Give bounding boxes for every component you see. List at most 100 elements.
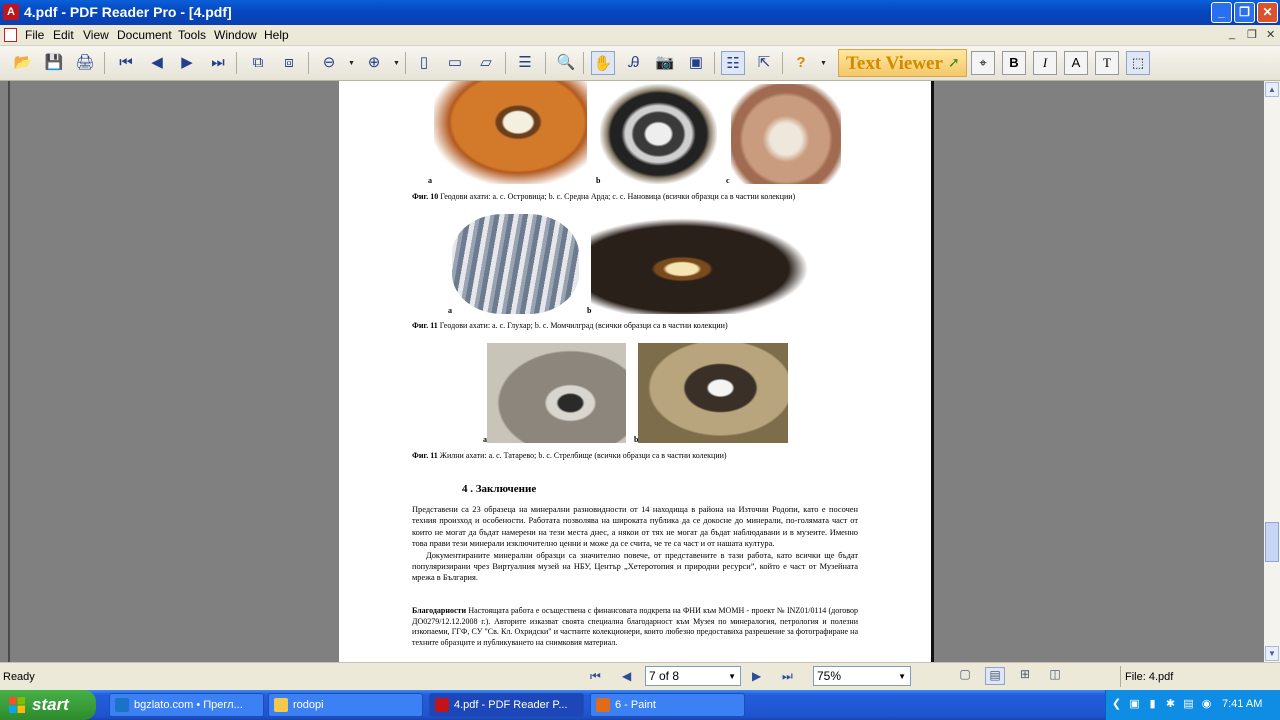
text-cursor-icon[interactable]: ⌖ [971,51,995,75]
menu-help[interactable]: Help [264,28,289,42]
status-first-page-icon[interactable]: ⏮ [590,669,601,684]
text-viewer-arrow-icon[interactable]: ➚ [948,54,960,71]
figure-label: a [448,306,452,315]
zoom-in-dropdown-icon[interactable]: ▼ [393,60,400,67]
menu-document[interactable]: Document [117,28,172,42]
bold-icon[interactable]: B [1002,51,1026,75]
text-select-icon[interactable]: Ꭿ [622,51,646,75]
view-facing-icon[interactable]: ⊞ [1015,667,1035,685]
folder-icon [274,698,288,712]
zoom-dropdown-icon[interactable]: ▼ [898,672,906,681]
document-icon[interactable] [4,28,17,42]
fit-page-icon[interactable]: ▭ [443,51,467,75]
menu-tools[interactable]: Tools [178,28,206,42]
agate-photo [731,84,841,184]
font-t-icon[interactable]: T [1095,51,1119,75]
hand-tool-icon[interactable]: ✋ [591,51,615,75]
snapshot-icon[interactable]: 📷 [653,51,677,75]
find-binoculars-icon[interactable]: 🔍 [554,51,578,75]
previous-page-icon[interactable]: ◀ [145,51,169,75]
status-last-page-icon[interactable]: ⏭ [782,669,793,684]
save-icon[interactable]: 💾 [42,51,66,75]
page-number-field[interactable]: 7 of 8 ▼ [645,666,741,686]
rotate-page-icon[interactable]: ⧉ [246,51,270,75]
security-icon[interactable]: ◉ [1200,698,1213,711]
italic-icon[interactable]: I [1033,51,1057,75]
agate-photo [600,84,717,184]
highlight-icon[interactable]: ⬚ [1126,51,1150,75]
taskbar-item-folder[interactable]: rodopi [268,693,423,717]
zoom-out-dropdown-icon[interactable]: ▼ [348,60,355,67]
zoom-in-icon[interactable]: ⊕ [362,51,386,75]
toolbar-separator [505,52,506,74]
help-icon[interactable]: ? [789,51,813,75]
open-folder-icon[interactable]: 📂 [11,51,35,75]
paint-icon [596,698,610,712]
minimize-button[interactable]: _ [1211,2,1232,23]
ie-icon [115,698,129,712]
first-page-icon[interactable]: ⏮ [114,51,138,75]
signal-icon[interactable]: ▮ [1146,698,1159,711]
file-name-label: File: 4.pdf [1125,671,1174,683]
view-continuous-icon[interactable]: ▤ [985,667,1005,685]
taskbar-item-pdf-reader[interactable]: 4.pdf - PDF Reader P... [429,693,584,717]
status-next-page-icon[interactable]: ▶ [752,669,761,683]
pdf-tray-icon[interactable]: ▤ [1182,698,1195,711]
start-label: start [32,695,69,714]
zoom-out-icon[interactable]: ⊖ [317,51,341,75]
help-dropdown-icon[interactable]: ▼ [820,60,827,67]
paragraph: Представени са 23 образеца на минерални … [412,505,858,583]
next-page-icon[interactable]: ▶ [175,51,199,75]
zoom-value: 75% [817,669,842,683]
last-page-icon[interactable]: ⏭ [206,51,230,75]
bluetooth-icon[interactable]: ✱ [1164,698,1177,711]
status-separator [1120,666,1121,687]
bookmarks-icon[interactable]: ⇱ [752,51,776,75]
page-dropdown-icon[interactable]: ▼ [728,672,736,681]
print-icon[interactable]: 🖨 [73,51,97,75]
status-previous-page-icon[interactable]: ◀ [622,669,631,683]
zoom-combo[interactable]: 75% ▼ [813,666,911,686]
toolbar-separator [782,52,783,74]
close-button[interactable]: ✕ [1257,2,1278,23]
toolbar-separator [104,52,105,74]
title-bar: A 4.pdf - PDF Reader Pro - [4.pdf] _ ❐ ✕ [0,0,1280,25]
figure-caption: Фиг. 11 Жилни ахати: a. с. Татарево; b. … [412,451,727,460]
mdi-restore-button[interactable]: ❐ [1247,28,1257,41]
vertical-scrollbar[interactable]: ▲ ▼ [1264,81,1280,662]
network-icon[interactable]: ▣ [1128,698,1141,711]
status-text: Ready [3,671,35,683]
text-viewer-label[interactable]: Text Viewer [846,53,943,75]
mdi-minimize-button[interactable]: _ [1229,28,1235,40]
start-button[interactable]: start [0,690,96,720]
toolbar-separator [308,52,309,74]
font-a-icon[interactable]: A [1064,51,1088,75]
tray-expand-icon[interactable]: ❮ [1110,698,1123,711]
scroll-down-icon[interactable]: ▼ [1265,646,1279,661]
taskbar-item-paint[interactable]: 6 - Paint [590,693,745,717]
view-cover-icon[interactable]: ◫ [1045,667,1065,685]
fit-width-icon[interactable]: ▱ [474,51,498,75]
taskbar-item-browser[interactable]: bgzlato.com • Прегл... [109,693,264,717]
document-workspace[interactable]: a b c Фиг. 10 Геодови ахати: a. с. Остро… [0,81,1264,662]
figure-caption: Фиг. 11 Геодови ахати: a. с. Глухар; b. … [412,321,728,330]
form-icon[interactable]: ☰ [513,51,537,75]
figure-label: b [634,435,639,444]
menu-file[interactable]: File [25,28,44,42]
mdi-close-button[interactable]: ✕ [1266,28,1275,41]
scroll-up-icon[interactable]: ▲ [1265,82,1279,97]
single-page-icon[interactable]: ▯ [412,51,436,75]
toolbar-separator [405,52,406,74]
menu-view[interactable]: View [83,28,109,42]
menu-edit[interactable]: Edit [53,28,74,42]
image-select-icon[interactable]: ▣ [684,51,708,75]
thumbnails-icon[interactable]: ☷ [721,51,745,75]
pdf-page[interactable]: a b c Фиг. 10 Геодови ахати: a. с. Остро… [339,81,934,662]
menu-window[interactable]: Window [214,28,257,42]
scroll-thumb[interactable] [1265,522,1279,562]
extract-page-icon[interactable]: ⧈ [277,51,301,75]
toolbar-separator [545,52,546,74]
view-single-page-icon[interactable]: ▢ [955,667,975,685]
maximize-button[interactable]: ❐ [1234,2,1255,23]
panel-edge [8,81,10,662]
